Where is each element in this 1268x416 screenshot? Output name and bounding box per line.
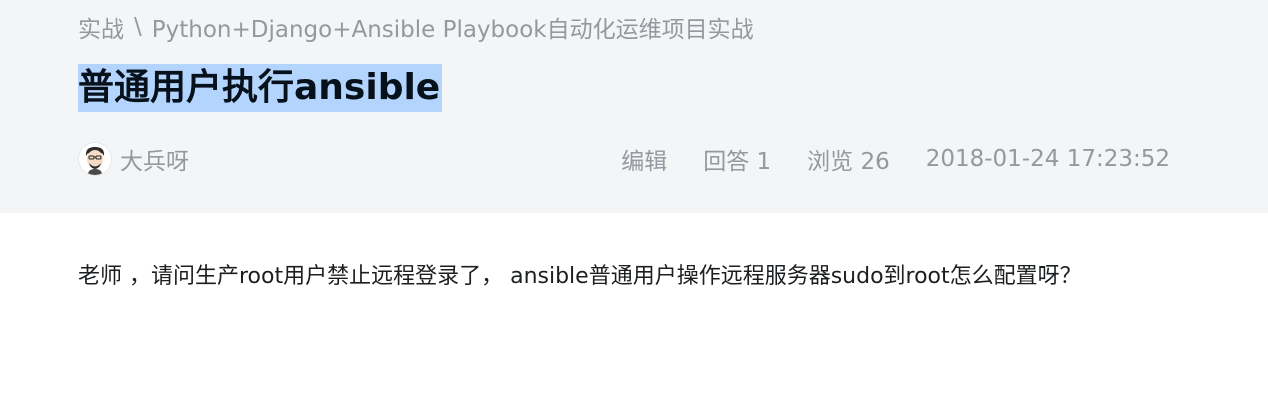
- question-header: 实战 \ Python+Django+Ansible Playbook自动化运维…: [0, 0, 1268, 213]
- breadcrumb-separator: \: [134, 14, 142, 40]
- question-meta: 大兵呀 编辑 回答 1 浏览 26 2018-01-24 17:23:52: [78, 140, 1170, 178]
- post-timestamp: 2018-01-24 17:23:52: [925, 146, 1170, 172]
- breadcrumb: 实战 \ Python+Django+Ansible Playbook自动化运维…: [78, 10, 754, 44]
- view-count: 浏览 26: [807, 149, 890, 175]
- question-body: 老师 ，请问生产root用户禁止远程登录了， ansible普通用户操作远程服务…: [78, 264, 1082, 289]
- breadcrumb-item-category[interactable]: 实战: [78, 10, 124, 44]
- question-title: 普通用户执行ansible: [78, 64, 443, 112]
- answer-count: 回答 1: [703, 149, 772, 175]
- breadcrumb-item-course[interactable]: Python+Django+Ansible Playbook自动化运维项目实战: [152, 10, 754, 44]
- author-name[interactable]: 大兵呀: [120, 142, 189, 176]
- question-stats: 编辑 回答 1 浏览 26 2018-01-24 17:23:52: [621, 142, 1170, 176]
- edit-button[interactable]: 编辑: [621, 142, 667, 176]
- avatar-cartoon-face-icon: [79, 143, 111, 175]
- avatar[interactable]: [78, 142, 112, 176]
- author-link[interactable]: 大兵呀: [78, 142, 189, 176]
